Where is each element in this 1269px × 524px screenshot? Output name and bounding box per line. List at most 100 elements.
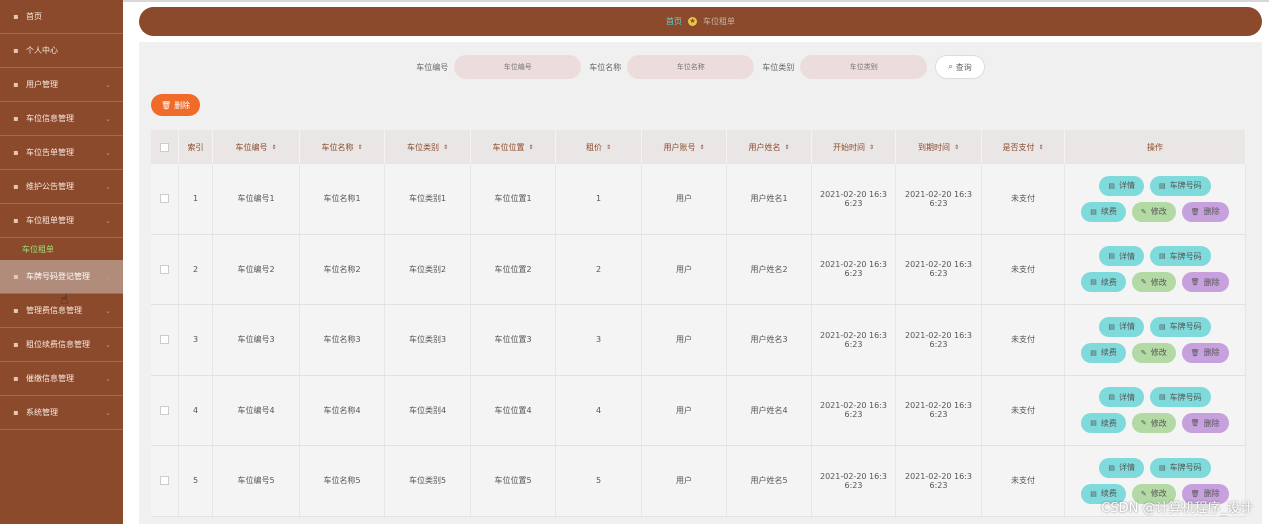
sidebar-item-6[interactable]: ▪ 车位租单管理 ⌄ bbox=[0, 204, 123, 238]
detail-button[interactable]: ▤ 详情 bbox=[1099, 175, 1144, 196]
delete-row-button[interactable]: 🗑 删除 bbox=[1181, 342, 1229, 363]
sort-icon[interactable]: ⇕ bbox=[271, 144, 276, 151]
column-header[interactable]: 车位位置 ⇕ bbox=[471, 130, 556, 164]
sort-icon[interactable]: ⇕ bbox=[784, 144, 789, 151]
detail-icon: ▤ bbox=[1108, 393, 1115, 402]
column-header-label: 车位位置 bbox=[492, 142, 525, 152]
table-body: 1 车位编号1 车位名称1 车位类别1 车位位置1 1 用户 用户姓名1 2021-02-20 … bbox=[151, 164, 1246, 517]
edit-button[interactable]: ✎ 修改 bbox=[1131, 272, 1176, 293]
checkbox[interactable] bbox=[160, 405, 169, 415]
delete-button[interactable]: 🗑 删除 bbox=[151, 94, 201, 116]
sort-icon[interactable]: ⇕ bbox=[1038, 144, 1043, 151]
select-all-checkbox-cell[interactable] bbox=[151, 130, 179, 164]
delete-row-button[interactable]: 🗑 删除 bbox=[1181, 272, 1229, 293]
plate-number-icon: ▤ bbox=[1159, 463, 1166, 472]
cell-name: 车位名称2 bbox=[300, 234, 385, 304]
renew-button[interactable]: ▤ 续费 bbox=[1081, 272, 1126, 293]
edit-button[interactable]: ✎ 修改 bbox=[1131, 201, 1176, 222]
hand-cursor-icon: ☝ bbox=[60, 292, 69, 308]
star-icon: ★ bbox=[688, 17, 697, 26]
detail-button[interactable]: ▤ 详情 bbox=[1099, 457, 1144, 478]
renew-button[interactable]: ▤ 续费 bbox=[1081, 413, 1126, 434]
renew-button[interactable]: ▤ 续费 bbox=[1081, 201, 1126, 222]
column-header[interactable]: 车位类别 ⇕ bbox=[385, 130, 471, 164]
detail-button[interactable]: ▤ 详情 bbox=[1099, 387, 1144, 408]
sidebar-item-1[interactable]: ▪ 个人中心 bbox=[0, 34, 123, 68]
column-header[interactable]: 租价 ⇕ bbox=[556, 130, 642, 164]
detail-button[interactable]: ▤ 详情 bbox=[1099, 246, 1144, 267]
row-checkbox-cell[interactable] bbox=[151, 375, 179, 445]
checkbox[interactable] bbox=[160, 476, 169, 486]
search-input-type[interactable] bbox=[800, 55, 928, 79]
sort-icon[interactable]: ⇕ bbox=[357, 144, 362, 151]
edit-button[interactable]: ✎ 修改 bbox=[1131, 413, 1176, 434]
actions-cell: ▤ 详情 ▤ 车牌号码 ▤ 续费 ✎ 修改 🗑 删除 bbox=[1065, 305, 1246, 375]
list-icon: ▪ bbox=[13, 215, 19, 225]
plate-number-button[interactable]: ▤ 车牌号码 bbox=[1150, 387, 1211, 408]
column-header[interactable]: 操作 bbox=[1065, 130, 1246, 164]
checkbox[interactable] bbox=[160, 264, 169, 274]
cell-start: 2021-02-20 16:3 6:23 bbox=[812, 375, 896, 445]
delete-row-button[interactable]: 🗑 删除 bbox=[1181, 413, 1229, 434]
sidebar-item-7[interactable]: ▪ 车牌号码登记管理 ⌄ bbox=[0, 260, 123, 294]
search-button[interactable]: ⌕ 查询 bbox=[935, 55, 985, 79]
sort-icon[interactable]: ⇕ bbox=[699, 144, 704, 151]
cell-pos: 车位位置3 bbox=[471, 305, 556, 375]
delete-row-button[interactable]: 🗑 删除 bbox=[1181, 201, 1229, 222]
plate-number-button[interactable]: ▤ 车牌号码 bbox=[1150, 175, 1211, 196]
sort-icon[interactable]: ⇕ bbox=[528, 144, 533, 151]
edit-label: 修改 bbox=[1150, 207, 1167, 217]
plate-number-button[interactable]: ▤ 车牌号码 bbox=[1150, 316, 1211, 337]
cell-end: 2021-02-20 16:3 6:23 bbox=[896, 164, 982, 234]
column-header[interactable]: 开始时间 ⇕ bbox=[812, 130, 896, 164]
chevron-down-icon: ⌄ bbox=[105, 341, 111, 349]
column-header[interactable]: 车位编号 ⇕ bbox=[213, 130, 300, 164]
column-header[interactable]: 是否支付 ⇕ bbox=[982, 130, 1065, 164]
plate-number-icon: ▤ bbox=[1159, 393, 1166, 402]
column-header[interactable]: 车位名称 ⇕ bbox=[300, 130, 385, 164]
sidebar-item-5[interactable]: ▪ 维护公告管理 ⌄ bbox=[0, 170, 123, 204]
column-header[interactable]: 到期时间 ⇕ bbox=[896, 130, 982, 164]
row-checkbox-cell[interactable] bbox=[151, 164, 179, 234]
detail-button[interactable]: ▤ 详情 bbox=[1099, 316, 1144, 337]
column-header[interactable]: 用户姓名 ⇕ bbox=[727, 130, 812, 164]
edit-button[interactable]: ✎ 修改 bbox=[1131, 342, 1176, 363]
sidebar-item-9[interactable]: ▪ 租位续费信息管理 ⌄ bbox=[0, 328, 123, 362]
edit-label: 修改 bbox=[1150, 277, 1167, 287]
sidebar-item-0[interactable]: ▪ 首页 bbox=[0, 0, 123, 34]
delete-row-label: 删除 bbox=[1203, 277, 1220, 287]
sidebar-item-2[interactable]: ▪ 用户管理 ⌄ bbox=[0, 68, 123, 102]
sidebar-item-4[interactable]: ▪ 车位告单管理 ⌄ bbox=[0, 136, 123, 170]
cell-start: 2021-02-20 16:3 6:23 bbox=[812, 234, 896, 304]
search-input-code[interactable] bbox=[454, 55, 582, 79]
cell-end: 2021-02-20 16:3 6:23 bbox=[896, 234, 982, 304]
renew-label: 续费 bbox=[1100, 277, 1117, 287]
cell-paid: 未支付 bbox=[982, 164, 1065, 234]
sidebar-item-11[interactable]: ▪ 系统管理 ⌄ bbox=[0, 396, 123, 430]
plate-number-button[interactable]: ▤ 车牌号码 bbox=[1150, 246, 1211, 267]
checkbox[interactable] bbox=[160, 142, 169, 152]
column-header[interactable]: 索引 bbox=[179, 130, 213, 164]
sidebar-item-3[interactable]: ▪ 车位信息管理 ⌄ bbox=[0, 102, 123, 136]
row-checkbox-cell[interactable] bbox=[151, 305, 179, 375]
checkbox[interactable] bbox=[160, 194, 169, 204]
sort-icon[interactable]: ⇕ bbox=[954, 144, 959, 151]
row-checkbox-cell[interactable] bbox=[151, 446, 179, 516]
sort-icon[interactable]: ⇕ bbox=[869, 144, 874, 151]
column-header-label: 用户姓名 bbox=[748, 142, 781, 152]
table-header: 索引 车位编号 ⇕ 车位名称 ⇕ 车位类别 ⇕ 车位位置 ⇕ 租价 ⇕ 用户账号 ⇕ 用户姓名 ⇕ 开始时间 ⇕… bbox=[151, 130, 1246, 164]
plate-number-icon: ▤ bbox=[1159, 322, 1166, 331]
breadcrumb-home[interactable]: 首页 bbox=[666, 16, 682, 27]
sidebar-item-10[interactable]: ▪ 催缴信息管理 ⌄ bbox=[0, 362, 123, 396]
sort-icon[interactable]: ⇕ bbox=[443, 144, 448, 151]
car-icon: ▪ bbox=[13, 113, 19, 123]
search-input-name[interactable] bbox=[627, 55, 755, 79]
renew-button[interactable]: ▤ 续费 bbox=[1081, 342, 1126, 363]
actions-cell: ▤ 详情 ▤ 车牌号码 ▤ 续费 ✎ 修改 🗑 删除 bbox=[1065, 375, 1246, 445]
checkbox[interactable] bbox=[160, 335, 169, 345]
column-header[interactable]: 用户账号 ⇕ bbox=[642, 130, 727, 164]
plate-number-button[interactable]: ▤ 车牌号码 bbox=[1150, 457, 1211, 478]
sort-icon[interactable]: ⇕ bbox=[606, 144, 611, 151]
sidebar-subitem-parking-rent[interactable]: 车位租单 bbox=[0, 238, 123, 260]
row-checkbox-cell[interactable] bbox=[151, 234, 179, 304]
